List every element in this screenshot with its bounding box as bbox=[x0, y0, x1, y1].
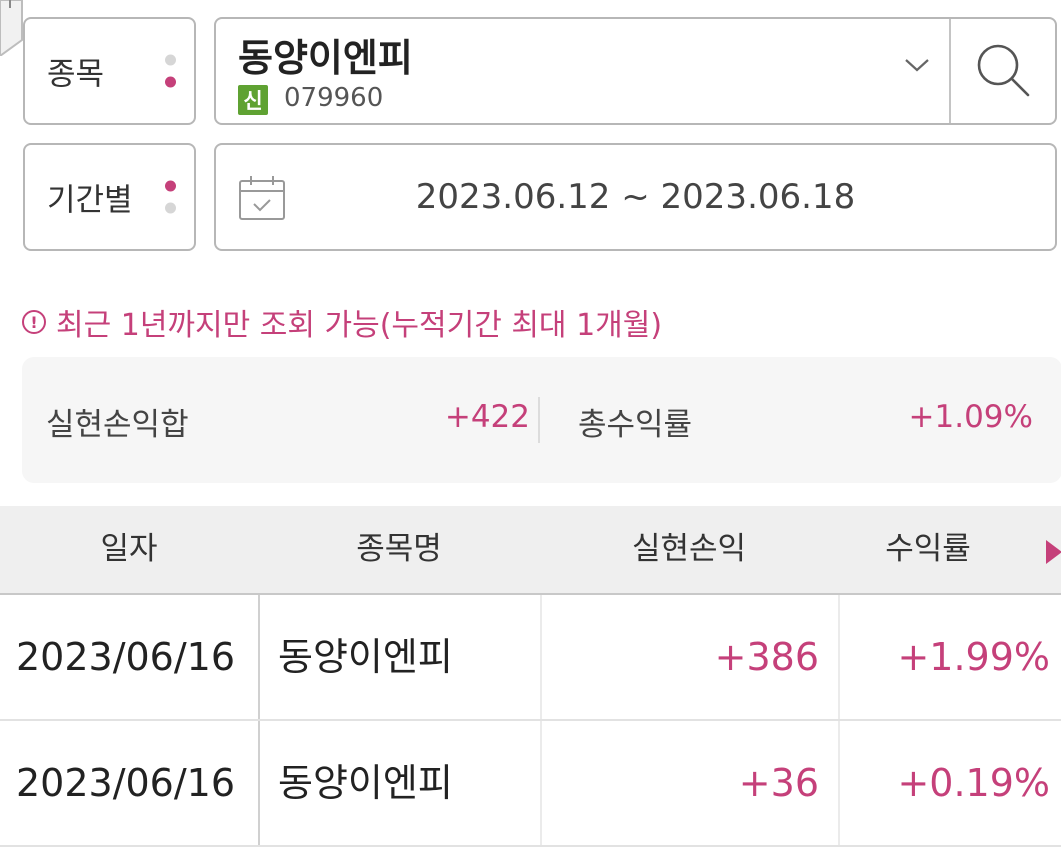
calendar-icon bbox=[239, 176, 285, 220]
period-range: 2023.06.12 ~ 2023.06.18 bbox=[415, 177, 856, 217]
notice: ! 최근 1년까지만 조회 가능(누적기간 최대 1개월) bbox=[22, 300, 662, 344]
stock-name: 동양이엔피 bbox=[238, 36, 413, 80]
summary-panel: 실현손익합 +422 총수익률 +1.09% bbox=[22, 357, 1061, 483]
table-header: 일자 종목명 실현손익 수익률 bbox=[0, 506, 1061, 595]
period-toggle-dots bbox=[165, 180, 176, 214]
table-row[interactable]: 2023/06/16 동양이엔피 +36 +0.19% bbox=[0, 721, 1061, 847]
row-stock-name: 동양이엔피 bbox=[278, 635, 453, 679]
total-return-label: 총수익률 bbox=[578, 407, 693, 443]
stock-label-box[interactable]: 종목 bbox=[23, 17, 196, 125]
row-realized-pnl: +36 bbox=[738, 761, 819, 805]
search-button[interactable] bbox=[949, 19, 1057, 123]
row-return-rate: +0.19% bbox=[897, 761, 1050, 805]
stock-label: 종목 bbox=[47, 56, 105, 93]
header-return-rate[interactable]: 수익률 bbox=[838, 506, 1018, 593]
row-date: 2023/06/16 bbox=[16, 761, 236, 805]
period-label: 기간별 bbox=[47, 182, 133, 219]
row-return-rate: +1.99% bbox=[897, 635, 1050, 679]
dot-inactive bbox=[165, 54, 176, 66]
dot-active bbox=[165, 180, 176, 192]
notice-text: 최근 1년까지만 조회 가능(누적기간 최대 1개월) bbox=[56, 308, 663, 343]
header-realized-pnl[interactable]: 실현손익 bbox=[540, 506, 838, 593]
row-stock-name: 동양이엔피 bbox=[278, 761, 453, 805]
chevron-down-icon[interactable] bbox=[904, 57, 930, 73]
period-picker[interactable]: 2023.06.12 ~ 2023.06.18 bbox=[214, 143, 1057, 251]
stock-toggle-dots bbox=[165, 54, 176, 88]
realized-sum-value: +422 bbox=[444, 399, 530, 435]
row-realized-pnl: +386 bbox=[714, 635, 819, 679]
realized-sum-label: 실현손익합 bbox=[46, 407, 189, 443]
dot-active bbox=[165, 76, 176, 88]
summary-divider bbox=[538, 397, 540, 443]
total-return-value: +1.09% bbox=[908, 399, 1033, 435]
stock-selector[interactable]: 동양이엔피 신 079960 bbox=[214, 17, 1057, 125]
table-row[interactable]: 2023/06/16 동양이엔피 +386 +1.99% bbox=[0, 595, 1061, 721]
dot-inactive bbox=[165, 202, 176, 214]
search-icon bbox=[977, 44, 1030, 97]
triangle-right-icon[interactable] bbox=[1046, 540, 1061, 564]
column-divider bbox=[258, 721, 260, 845]
credit-badge: 신 bbox=[238, 85, 268, 115]
header-date[interactable]: 일자 bbox=[0, 506, 258, 593]
period-label-box[interactable]: 기간별 bbox=[23, 143, 196, 251]
exclamation-circle-icon: ! bbox=[22, 310, 46, 334]
row-date: 2023/06/16 bbox=[16, 635, 236, 679]
header-stock-name[interactable]: 종목명 bbox=[258, 506, 540, 593]
column-divider bbox=[258, 595, 260, 719]
stock-code: 079960 bbox=[284, 83, 384, 113]
